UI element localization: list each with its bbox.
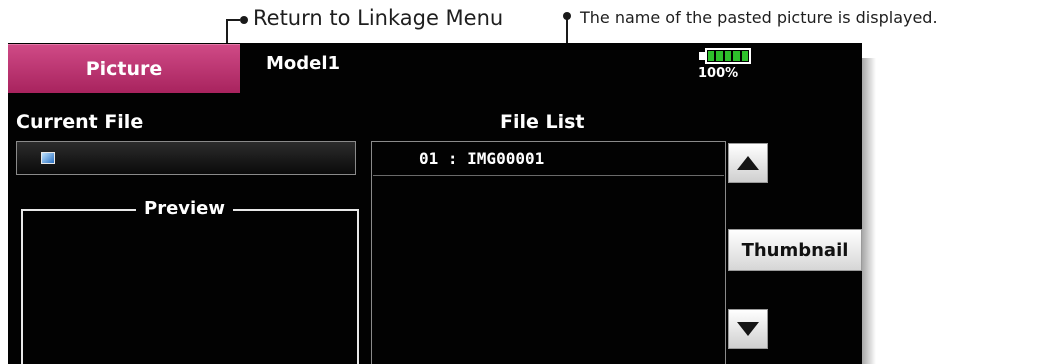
- return-callout-dot: [240, 16, 248, 24]
- picture-tab-button[interactable]: Picture: [8, 44, 240, 93]
- preview-frame: [21, 209, 359, 364]
- battery-percent: 100%: [698, 66, 739, 81]
- triangle-down-icon: [737, 322, 759, 336]
- screen-shadow: [862, 58, 876, 364]
- thumbnail-button[interactable]: Thumbnail: [728, 229, 862, 271]
- battery-icon: [705, 48, 751, 64]
- image-file-icon: [41, 152, 55, 164]
- name-callout-dot: [563, 12, 571, 20]
- transmitter-screen: Picture Model1 100% Current File Preview…: [8, 43, 862, 364]
- model-name: Model1: [266, 53, 341, 74]
- file-list-label: File List: [500, 111, 585, 133]
- scroll-up-button[interactable]: [728, 143, 768, 183]
- preview-label: Preview: [136, 198, 234, 219]
- file-list: 01 : IMG00001: [371, 141, 726, 364]
- scroll-down-button[interactable]: [728, 309, 768, 349]
- return-callout-line-horizontal: [226, 19, 240, 21]
- current-file-field[interactable]: [16, 141, 356, 175]
- list-item[interactable]: 01 : IMG00001: [373, 142, 724, 176]
- name-callout-text: The name of the pasted picture is displa…: [580, 8, 938, 27]
- current-file-label: Current File: [16, 111, 144, 133]
- triangle-up-icon: [737, 156, 759, 170]
- return-callout-text: Return to Linkage Menu: [253, 6, 504, 30]
